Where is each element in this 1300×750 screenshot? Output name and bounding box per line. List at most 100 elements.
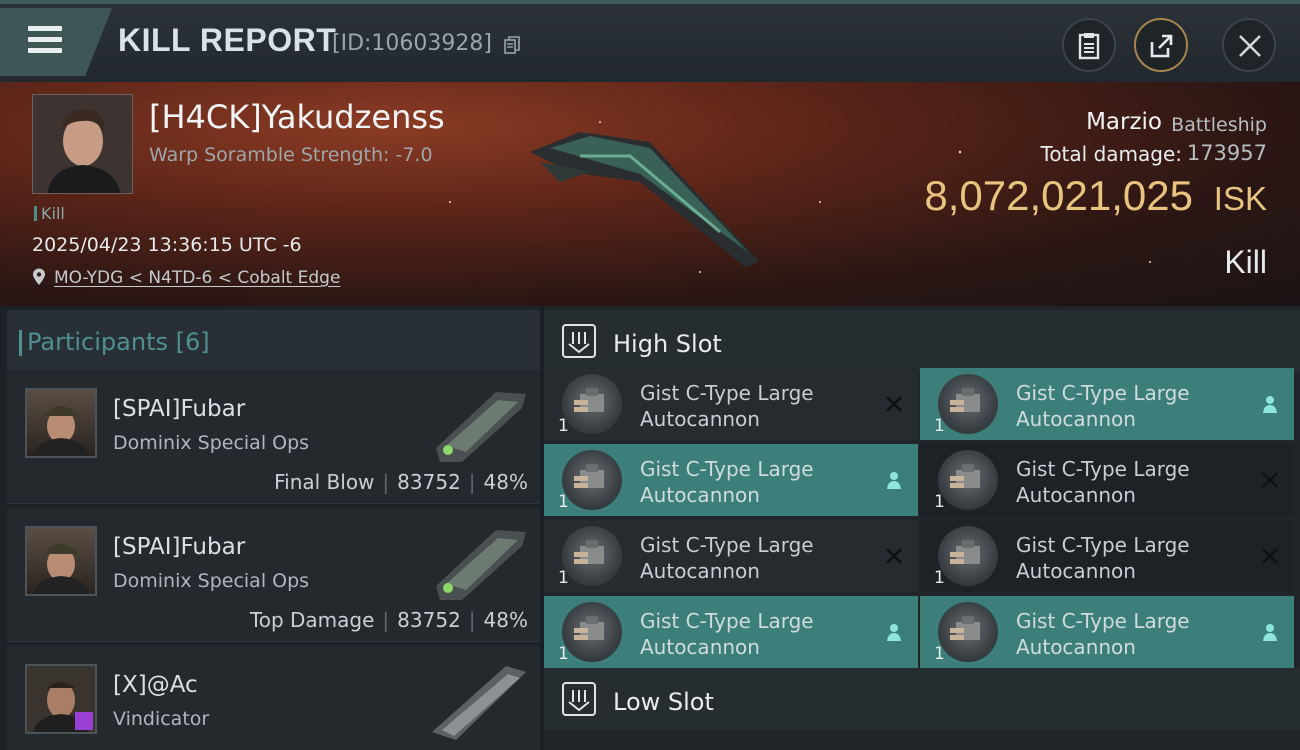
autocannon-icon <box>938 602 998 662</box>
participant-ship: Dominix Special Ops <box>113 432 310 454</box>
participant-ship-image <box>436 392 526 462</box>
clipboard-button[interactable] <box>1062 18 1116 72</box>
autocannon-icon <box>562 374 622 434</box>
high-slot-header: High Slot <box>544 310 1300 372</box>
location-pin-icon <box>33 268 45 285</box>
module-quantity: 1 <box>558 568 569 588</box>
module-item[interactable]: 1 Gist C-Type Large Autocannon <box>920 520 1294 592</box>
victim-banner: [H4CK]Yakudzenss Warp Soramble Strength:… <box>0 82 1300 306</box>
victim-ship-class: Battleship <box>1171 114 1267 136</box>
clipboard-icon <box>1078 33 1100 60</box>
isk-value: 8,072,021,025 <box>924 172 1193 219</box>
autocannon-icon <box>938 526 998 586</box>
module-quantity: 1 <box>558 492 569 512</box>
dropped-person-icon <box>1260 394 1280 414</box>
participant-name: [X]@Ac <box>113 672 198 698</box>
participant-ship: Vindicator <box>113 708 210 730</box>
module-name: Gist C-Type Large Autocannon <box>640 609 814 659</box>
menu-button[interactable] <box>0 8 112 76</box>
participants-count: [6] <box>175 328 210 356</box>
module-quantity: 1 <box>558 416 569 436</box>
participant-name: [SPAI]Fubar <box>113 396 246 422</box>
participant-damage-pct: 48% <box>483 608 528 632</box>
slot-icon <box>562 324 596 358</box>
autocannon-icon <box>562 450 622 510</box>
result-label: Kill <box>1224 244 1267 280</box>
low-slot-header: Low Slot <box>544 668 1300 730</box>
module-quantity: 1 <box>934 568 945 588</box>
destroyed-x-icon <box>1260 470 1280 490</box>
location-link[interactable]: MO-YDG < N4TD-6 < Cobalt Edge <box>54 268 340 288</box>
participant-role: Final Blow <box>274 470 375 494</box>
victim-ship-name: Marzio <box>1086 109 1162 135</box>
module-name: Gist C-Type Large Autocannon <box>1016 381 1190 431</box>
module-item[interactable]: 1 Gist C-Type Large Autocannon <box>544 520 918 592</box>
module-item[interactable]: 1 Gist C-Type Large Autocannon <box>544 444 918 516</box>
kill-tag: Kill <box>34 204 65 223</box>
participant-avatar <box>25 388 97 458</box>
dropped-person-icon <box>1260 622 1280 642</box>
participant-role: Top Damage <box>249 608 375 632</box>
participant-damage-pct: 48% <box>483 470 528 494</box>
dropped-person-icon <box>884 470 904 490</box>
corp-badge-icon <box>75 712 93 730</box>
participant-name: [SPAI]Fubar <box>113 534 246 560</box>
module-name: Gist C-Type Large Autocannon <box>1016 533 1190 583</box>
destroyed-x-icon <box>884 394 904 414</box>
participant-card[interactable]: [SPAI]Fubar Dominix Special Ops Top Dama… <box>7 508 540 642</box>
participant-stats: Final Blow | 83752 | 48% <box>274 470 528 494</box>
module-name: Gist C-Type Large Autocannon <box>1016 457 1190 507</box>
module-item[interactable]: 1 Gist C-Type Large Autocannon <box>920 368 1294 440</box>
victim-ship-image <box>530 132 760 267</box>
participant-ship-image <box>436 530 526 600</box>
low-slot-label: Low Slot <box>613 688 714 716</box>
total-damage-label: Total damage: <box>1040 142 1183 166</box>
module-quantity: 1 <box>934 492 945 512</box>
participant-avatar <box>25 526 97 596</box>
participant-avatar <box>25 664 97 734</box>
participant-ship-image <box>432 666 526 740</box>
victim-portrait <box>32 94 133 194</box>
participant-card[interactable]: [SPAI]Fubar Dominix Special Ops Final Bl… <box>7 370 540 504</box>
module-name: Gist C-Type Large Autocannon <box>640 533 814 583</box>
module-quantity: 1 <box>934 644 945 664</box>
module-item[interactable]: 1 Gist C-Type Large Autocannon <box>920 596 1294 668</box>
autocannon-icon <box>562 602 622 662</box>
module-quantity: 1 <box>558 644 569 664</box>
module-name: Gist C-Type Large Autocannon <box>640 457 814 507</box>
report-id: [ID:10603928] <box>332 31 492 56</box>
total-damage-value: 173957 <box>1186 141 1267 165</box>
module-name: Gist C-Type Large Autocannon <box>640 381 814 431</box>
victim-name[interactable]: [H4CK]Yakudzenss <box>149 98 445 136</box>
participant-stats: Top Damage | 83752 | 48% <box>249 608 528 632</box>
fitting-panel: High Slot 1 Gist C-Type Large Autocannon 1… <box>544 306 1300 750</box>
module-item[interactable]: 1 Gist C-Type Large Autocannon <box>544 368 918 440</box>
destroyed-x-icon <box>884 546 904 566</box>
share-button[interactable] <box>1134 18 1188 72</box>
module-item[interactable]: 1 Gist C-Type Large Autocannon <box>920 444 1294 516</box>
close-button[interactable] <box>1222 18 1276 72</box>
participants-panel: Participants [6] [SPAI]Fubar Dominix Spe… <box>0 306 540 750</box>
participant-damage: 83752 <box>397 470 461 494</box>
dropped-person-icon <box>884 622 904 642</box>
destroyed-x-icon <box>1260 546 1280 566</box>
participants-header[interactable]: Participants [6] <box>7 310 540 370</box>
module-quantity: 1 <box>934 416 945 436</box>
page-title: KILL REPORT <box>118 22 337 58</box>
high-slot-label: High Slot <box>613 330 722 358</box>
share-icon <box>1150 34 1173 58</box>
module-name: Gist C-Type Large Autocannon <box>1016 609 1190 659</box>
top-accent-line <box>0 0 1300 4</box>
module-item[interactable]: 1 Gist C-Type Large Autocannon <box>544 596 918 668</box>
top-bar: KILL REPORT [ID:10603928] <box>0 0 1300 82</box>
warp-scramble-strength: Warp Soramble Strength: -7.0 <box>149 144 433 166</box>
copy-icon[interactable] <box>504 36 520 54</box>
participant-card[interactable]: [X]@Ac Vindicator <box>7 646 540 750</box>
slot-icon <box>562 682 596 716</box>
autocannon-icon <box>938 374 998 434</box>
kill-timestamp: 2025/04/23 13:36:15 UTC -6 <box>32 234 302 256</box>
autocannon-icon <box>562 526 622 586</box>
participant-ship: Dominix Special Ops <box>113 570 310 592</box>
autocannon-icon <box>938 450 998 510</box>
isk-unit: ISK <box>1213 180 1267 217</box>
